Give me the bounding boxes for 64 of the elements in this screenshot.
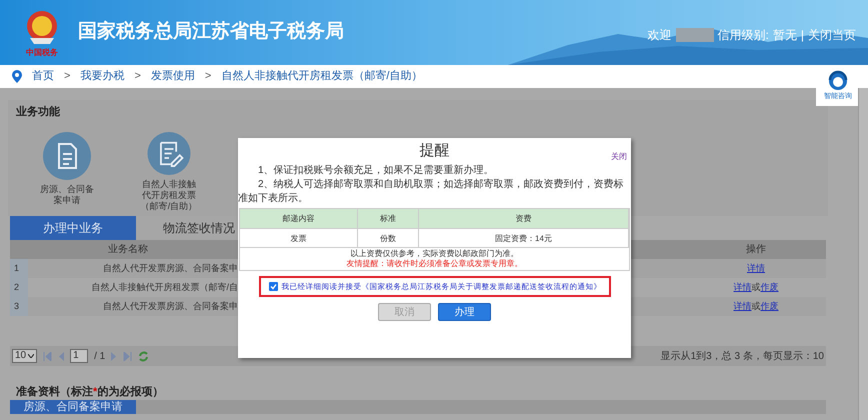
tab[interactable]: 房源、合同备案申请 <box>10 400 136 414</box>
close-page-link[interactable]: 关闭当页 <box>808 26 856 44</box>
page-field[interactable]: 1 <box>70 349 88 363</box>
section-title: 准备资料（标注*的为必报项） <box>15 384 164 400</box>
row-number: 1 <box>10 259 28 278</box>
scrollbar[interactable] <box>858 88 868 420</box>
agreement-checkbox[interactable] <box>268 282 278 291</box>
action-link[interactable]: 详情 <box>734 282 752 292</box>
table-cell-text: 自然人非接触代开房租发票（邮寄/自 <box>90 280 238 294</box>
breadcrumb-link[interactable]: 自然人非接触代开房租发票（邮寄/自助） <box>221 68 422 85</box>
column-header: 业务名称 <box>107 242 149 257</box>
row-number: 2 <box>10 278 28 297</box>
logo-text: 中国税务 <box>26 48 58 58</box>
fee-cell: 发票 <box>240 228 358 248</box>
action-link[interactable]: 详情 <box>734 300 752 311</box>
close-link[interactable]: 关闭 <box>611 151 627 163</box>
total-pages: / 1 <box>94 350 106 364</box>
breadcrumb-separator: > <box>64 69 70 84</box>
breadcrumb-link[interactable]: 首页 <box>32 68 54 85</box>
first-page-icon[interactable] <box>43 352 52 360</box>
fee-note: 以上资费仅供参考，实际资费以邮政部门为准。 <box>350 249 518 259</box>
breadcrumb-separator: > <box>204 69 212 84</box>
previous-page-icon[interactable] <box>58 352 64 360</box>
fee-column-header: 标准 <box>358 209 419 228</box>
table-cell-text: 自然人代开发票房源、合同备案申 <box>102 262 238 275</box>
welcome-text: 欢迎 <box>648 27 672 44</box>
fee-cell: 份数 <box>358 228 419 248</box>
next-page-icon[interactable] <box>111 352 118 360</box>
breadcrumb-separator: > <box>134 69 141 84</box>
document-icon[interactable] <box>43 132 91 180</box>
credit-value: 暂无 <box>772 27 797 44</box>
fee-column-header: 邮递内容 <box>240 209 358 228</box>
dialog-paragraph: 2、纳税人可选择邮寄取票和自助机取票；如选择邮寄取票，邮政资费到付，资费标准如下表所示。 <box>238 178 625 206</box>
username-redacted <box>676 28 714 42</box>
breadcrumb-link[interactable]: 我要办税 <box>80 68 124 85</box>
tab[interactable]: 办理中业务 <box>10 216 136 240</box>
function-label[interactable]: 房源、合同备案申请 <box>36 184 98 206</box>
row-number: 3 <box>10 297 28 316</box>
action-separator: 或 <box>752 300 760 311</box>
separator-text: | <box>800 27 804 44</box>
last-page-icon[interactable] <box>123 352 132 360</box>
function-label[interactable]: 自然人非接触代开房租发票（邮寄/自助） <box>138 179 200 212</box>
dialog-title: 提醒 <box>420 140 450 161</box>
fee-cell: 固定资费：14元 <box>419 228 629 248</box>
action-link[interactable]: 详情 <box>747 262 765 273</box>
submit-button[interactable]: 办理 <box>438 303 491 321</box>
caret-icon <box>28 354 34 358</box>
action-link[interactable]: 作废 <box>760 282 778 292</box>
table-cell-text: 自然人代开发票房源、合同备案申 <box>102 300 238 313</box>
breadcrumb-link[interactable]: 发票使用 <box>150 68 195 85</box>
warning-text: 友情提醒：请收件时必须准备公章或发票专用章。 <box>346 259 522 269</box>
location-pin-icon <box>12 70 22 83</box>
section-title: 业务功能 <box>16 104 61 120</box>
dialog-paragraph: 1、保证扣税账号余额充足，如果不足需要重新办理。 <box>257 164 495 178</box>
refresh-icon[interactable] <box>138 350 150 362</box>
action-link[interactable]: 作废 <box>760 300 778 311</box>
column-header: 操作 <box>745 243 767 257</box>
fee-column-header: 资费 <box>419 209 629 228</box>
page-size-select[interactable]: 10 <box>12 349 38 363</box>
document-edit-icon[interactable] <box>145 132 193 175</box>
site-title: 国家税务总局江苏省电子税务局 <box>78 20 344 44</box>
credit-label: 信用级别: <box>718 27 769 44</box>
action-separator: 或 <box>752 282 760 292</box>
pager-summary: 显示从1到3，总 3 条，每页显示：10 <box>660 350 825 364</box>
